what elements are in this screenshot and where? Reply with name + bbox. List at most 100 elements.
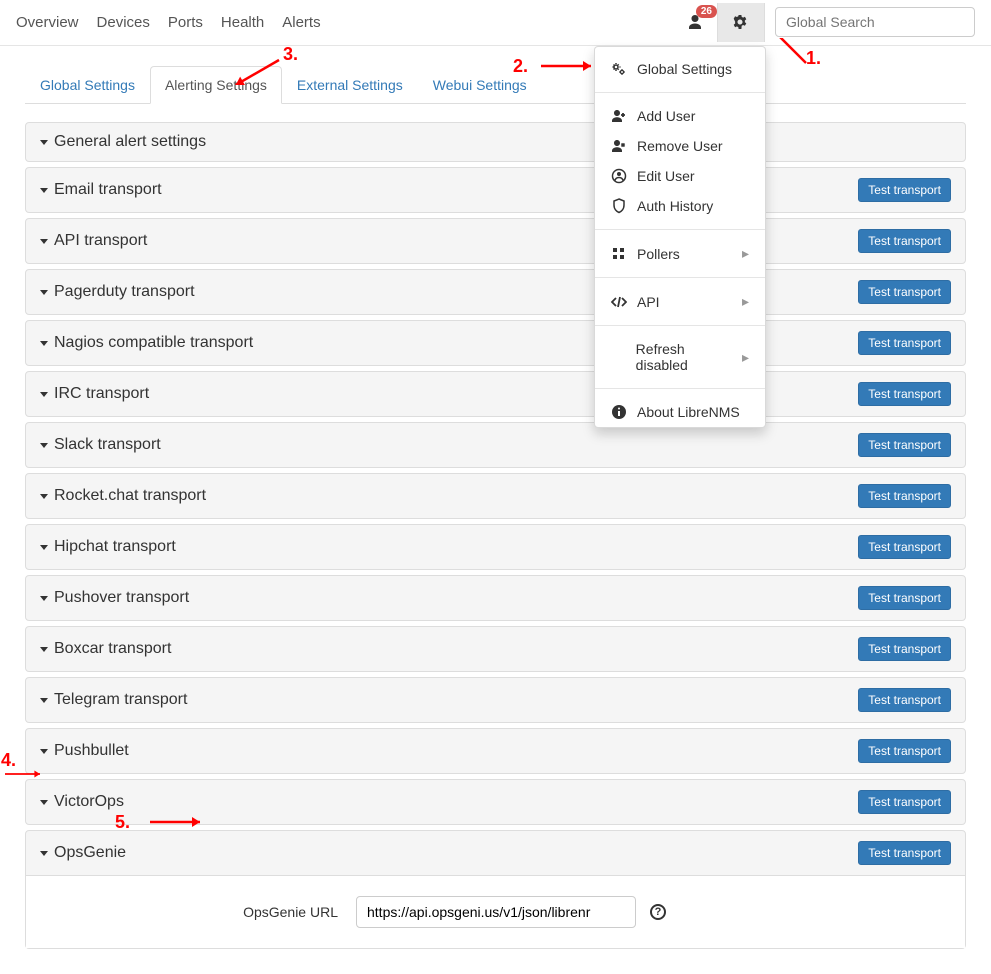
chevron-right-icon: ▸ xyxy=(742,245,749,262)
gear-icon xyxy=(732,14,750,32)
panel-header[interactable]: Rocket.chat transportTest transport xyxy=(26,474,965,518)
panel-telegram-transport: Telegram transport Test transport xyxy=(25,677,966,723)
test-transport-button[interactable]: Test transport xyxy=(858,688,951,712)
dropdown-label: Edit User xyxy=(637,168,695,184)
caret-down-icon xyxy=(40,647,48,652)
nav-ports[interactable]: Ports xyxy=(168,2,203,43)
panel-header[interactable]: General alert settings xyxy=(26,123,965,161)
panel-header[interactable]: VictorOps Test transport xyxy=(26,780,965,824)
caret-down-icon xyxy=(40,545,48,550)
user-menu[interactable]: 26 xyxy=(675,3,717,41)
dropdown-item-api[interactable]: API▸ xyxy=(595,286,765,317)
opsgenie-url-input[interactable] xyxy=(356,896,636,928)
panel-header[interactable]: Slack transport Test transport xyxy=(26,423,965,467)
panel-header[interactable]: Email transport Test transport xyxy=(26,168,965,212)
test-transport-button[interactable]: Test transport xyxy=(858,433,951,457)
code-icon xyxy=(611,294,627,310)
caret-down-icon xyxy=(40,800,48,805)
nav-alerts[interactable]: Alerts xyxy=(282,2,320,43)
panel-pushover-transport: Pushover transport Test transport xyxy=(25,575,966,621)
test-transport-button[interactable]: Test transport xyxy=(858,739,951,763)
dropdown-item-edit-user[interactable]: Edit User xyxy=(595,161,765,191)
tab-webui-settings[interactable]: Webui Settings xyxy=(418,66,542,104)
dropdown-item-global-settings[interactable]: Global Settings xyxy=(595,47,765,84)
caret-down-icon xyxy=(40,341,48,346)
panel-title-text: VictorOps xyxy=(54,793,124,811)
panel-title-text: Pushover transport xyxy=(54,589,189,607)
panel-pushbullet: PushbulletTest transport xyxy=(25,728,966,774)
test-transport-button[interactable]: Test transport xyxy=(858,178,951,202)
dropdown-label: Refresh disabled xyxy=(636,341,732,373)
settings-tabs: Global SettingsAlerting SettingsExternal… xyxy=(25,66,966,104)
dropdown-divider xyxy=(595,92,765,93)
panel-header[interactable]: Telegram transport Test transport xyxy=(26,678,965,722)
panel-title-text: Pagerduty transport xyxy=(54,283,195,301)
panel-title-text: OpsGenie xyxy=(54,844,126,862)
panel-header[interactable]: Hipchat transport Test transport xyxy=(26,525,965,569)
tab-global-settings[interactable]: Global Settings xyxy=(25,66,150,104)
help-icon[interactable]: ? xyxy=(650,904,666,920)
global-search-input[interactable] xyxy=(775,7,975,37)
test-transport-button[interactable]: Test transport xyxy=(858,790,951,814)
chevron-right-icon: ▸ xyxy=(742,293,749,310)
shield-icon xyxy=(611,198,627,214)
panel-title-text: Email transport xyxy=(54,181,162,199)
panel-header[interactable]: Pushover transport Test transport xyxy=(26,576,965,620)
panel-email-transport: Email transport Test transport xyxy=(25,167,966,213)
caret-down-icon xyxy=(40,239,48,244)
panel-hipchat-transport: Hipchat transport Test transport xyxy=(25,524,966,570)
panel-slack-transport: Slack transport Test transport xyxy=(25,422,966,468)
tab-alerting-settings[interactable]: Alerting Settings xyxy=(150,66,282,104)
test-transport-button[interactable]: Test transport xyxy=(858,331,951,355)
test-transport-button[interactable]: Test transport xyxy=(858,484,951,508)
nav-devices[interactable]: Devices xyxy=(97,2,150,43)
notification-badge[interactable]: 26 xyxy=(696,5,717,18)
user-times-icon xyxy=(611,138,627,154)
panel-rocket-chat-transport: Rocket.chat transportTest transport xyxy=(25,473,966,519)
panel-header[interactable]: Boxcar transport Test transport xyxy=(26,627,965,671)
caret-down-icon xyxy=(40,443,48,448)
dropdown-item-remove-user[interactable]: Remove User xyxy=(595,131,765,161)
tab-external-settings[interactable]: External Settings xyxy=(282,66,418,104)
panel-title-text: Boxcar transport xyxy=(54,640,171,658)
caret-down-icon xyxy=(40,140,48,145)
dropdown-item-add-user[interactable]: Add User xyxy=(595,101,765,131)
panel-header[interactable]: PushbulletTest transport xyxy=(26,729,965,773)
test-transport-button[interactable]: Test transport xyxy=(858,841,951,865)
panel-title-text: Telegram transport xyxy=(54,691,187,709)
panel-title-text: Hipchat transport xyxy=(54,538,176,556)
dropdown-item-auth-history[interactable]: Auth History xyxy=(595,191,765,221)
panel-title-text: Slack transport xyxy=(54,436,161,454)
panel-pagerduty-transport: Pagerduty transport Test transport xyxy=(25,269,966,315)
panel-api-transport: API transportTest transport xyxy=(25,218,966,264)
test-transport-button[interactable]: Test transport xyxy=(858,637,951,661)
panel-body-opsgenie: OpsGenie URL? xyxy=(26,875,965,948)
panel-header[interactable]: API transportTest transport xyxy=(26,219,965,263)
test-transport-button[interactable]: Test transport xyxy=(858,229,951,253)
panel-header[interactable]: OpsGenie Test transport xyxy=(26,831,965,875)
test-transport-button[interactable]: Test transport xyxy=(858,586,951,610)
dropdown-item-refresh-disabled[interactable]: Refresh disabled▸ xyxy=(595,334,765,380)
panel-header[interactable]: Pagerduty transport Test transport xyxy=(26,270,965,314)
dropdown-label: Remove User xyxy=(637,138,723,154)
test-transport-button[interactable]: Test transport xyxy=(858,535,951,559)
caret-down-icon xyxy=(40,188,48,193)
caret-down-icon xyxy=(40,494,48,499)
dropdown-item-pollers[interactable]: Pollers ▸ xyxy=(595,238,765,269)
dropdown-item-about-librenms[interactable]: About LibreNMS xyxy=(595,397,765,427)
test-transport-button[interactable]: Test transport xyxy=(858,382,951,406)
panel-header[interactable]: IRC transport Test transport xyxy=(26,372,965,416)
caret-down-icon xyxy=(40,392,48,397)
nav-overview[interactable]: Overview xyxy=(16,2,79,43)
dropdown-label: Global Settings xyxy=(637,61,732,77)
dropdown-label: Pollers xyxy=(637,246,680,262)
dropdown-divider xyxy=(595,388,765,389)
panel-nagios-compatible-transport: Nagios compatible transportTest transpor… xyxy=(25,320,966,366)
test-transport-button[interactable]: Test transport xyxy=(858,280,951,304)
panel-title-text: IRC transport xyxy=(54,385,149,403)
panel-header[interactable]: Nagios compatible transportTest transpor… xyxy=(26,321,965,365)
nav-health[interactable]: Health xyxy=(221,2,264,43)
user-circle-icon xyxy=(611,168,627,184)
settings-gear-button[interactable] xyxy=(717,3,765,41)
dropdown-label: About LibreNMS xyxy=(637,404,740,420)
